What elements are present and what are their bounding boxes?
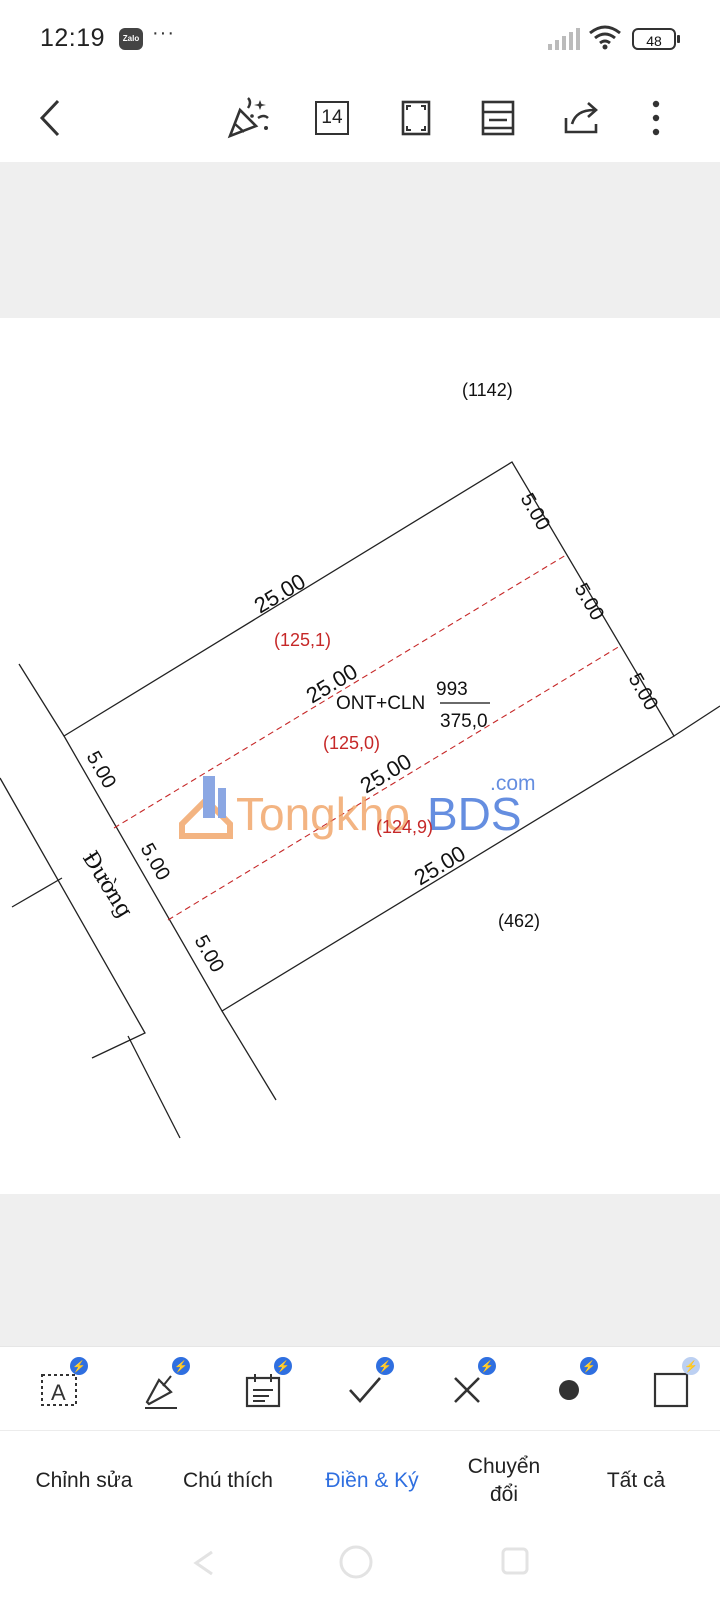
watermark-suffix: .com <box>490 772 536 795</box>
parcel-area: 375,0 <box>440 711 488 732</box>
premium-bolt-icon: ⚡ <box>580 1357 598 1375</box>
date-icon <box>245 1374 281 1408</box>
right-side-length-2: 5.00 <box>570 580 609 625</box>
dot-icon <box>559 1380 579 1400</box>
cross-icon <box>454 1377 480 1403</box>
bottom-edge-length: 25.00 <box>410 840 470 890</box>
tab-edit[interactable]: Chỉnh sửa <box>14 1431 154 1531</box>
road-edge <box>0 777 146 1059</box>
cross-tool-button[interactable]: ⚡ <box>440 1357 496 1417</box>
tab-all[interactable]: Tất cả <box>574 1431 698 1531</box>
status-bar: 12:19 Zalo ··· 48 <box>0 0 720 78</box>
land-plot-drawing: Tongkho BDS .com (1142) (462) Đường 25.0… <box>0 380 720 1139</box>
left-side-length-1: 5.00 <box>82 748 121 793</box>
bottom-neighbor-line <box>673 705 720 737</box>
premium-bolt-icon: ⚡ <box>172 1357 190 1375</box>
road-label: Đường <box>77 847 137 923</box>
signature-tool-button[interactable]: ⚡ <box>134 1357 190 1417</box>
land-use-label: ONT+CLN <box>336 693 425 714</box>
document-gutter-top <box>0 162 720 318</box>
left-side-length-2: 5.00 <box>136 840 175 885</box>
premium-bolt-icon: ⚡ <box>70 1357 88 1375</box>
strip-area-label-1: (125,1) <box>274 630 331 650</box>
wifi-icon <box>589 25 621 50</box>
battery-nub <box>677 35 680 43</box>
text-tool-button[interactable]: A ⚡ <box>32 1357 88 1417</box>
right-extension-line <box>221 1010 277 1101</box>
share-icon <box>564 102 598 134</box>
right-side-length-1: 5.00 <box>516 490 555 535</box>
tab-convert[interactable]: Chuyển đổi <box>454 1431 554 1531</box>
status-time: 12:19 <box>40 24 106 52</box>
check-icon <box>349 1377 381 1403</box>
fullscreen-button[interactable] <box>390 92 442 144</box>
svg-text:A: A <box>51 1380 66 1405</box>
road-edge-lower <box>127 1035 181 1139</box>
nav-home-icon[interactable] <box>338 1544 374 1580</box>
premium-bolt-icon: ⚡ <box>274 1357 292 1375</box>
party-popper-icon <box>227 97 269 139</box>
premium-bolt-icon: ⚡ <box>376 1357 394 1375</box>
text-box-icon: A <box>41 1374 77 1406</box>
left-side-length-3: 5.00 <box>190 932 229 977</box>
fill-sign-tools: A ⚡ ⚡ ⚡ ⚡ ⚡ ⚡ ⚡ <box>0 1346 720 1431</box>
premium-bolt-icon: ⚡ <box>682 1357 700 1375</box>
fullscreen-icon <box>401 100 431 136</box>
system-navigation-bar <box>0 1530 720 1601</box>
watermark-text-2: BDS <box>427 788 522 840</box>
signal-icon <box>548 28 580 50</box>
premium-bolt-icon: ⚡ <box>478 1357 496 1375</box>
nav-back-icon[interactable] <box>190 1548 216 1578</box>
share-button[interactable] <box>556 92 608 144</box>
parcel-below-label: (462) <box>498 911 540 931</box>
strip-area-label-2: (125,0) <box>323 733 380 753</box>
pen-icon <box>145 1375 177 1409</box>
more-notifications-icon: ··· <box>152 22 175 44</box>
left-extension-line <box>18 663 65 737</box>
dot-tool-button[interactable]: ⚡ <box>542 1357 598 1417</box>
page-number: 14 <box>315 101 349 135</box>
strip-area-label-3: (124,9) <box>376 817 433 837</box>
rectangle-icon <box>653 1372 689 1408</box>
more-vertical-icon <box>652 100 660 136</box>
top-edge-length: 25.00 <box>250 568 310 618</box>
document-gutter-bottom <box>0 1194 720 1346</box>
reading-mode-icon <box>481 100 515 136</box>
rectangle-tool-button[interactable]: ⚡ <box>644 1357 700 1417</box>
bottom-tab-bar: Chỉnh sửa Chú thích Điền & Ký Chuyển đổi… <box>0 1430 720 1531</box>
back-arrow-icon <box>39 99 60 137</box>
battery-indicator: 48 <box>632 28 676 50</box>
check-tool-button[interactable]: ⚡ <box>338 1357 394 1417</box>
date-tool-button[interactable]: ⚡ <box>236 1357 292 1417</box>
back-button[interactable] <box>24 92 76 144</box>
celebration-button[interactable] <box>222 92 274 144</box>
nav-recents-icon[interactable] <box>500 1546 530 1576</box>
page-number-button[interactable]: 14 <box>306 92 358 144</box>
tab-fill-sign[interactable]: Điền & Ký <box>302 1431 442 1531</box>
zalo-notification-icon: Zalo <box>119 28 143 50</box>
more-menu-button[interactable] <box>630 92 682 144</box>
road-branch <box>11 877 63 908</box>
tab-annotate[interactable]: Chú thích <box>158 1431 298 1531</box>
viewer-toolbar: 14 <box>0 78 720 163</box>
reading-mode-button[interactable] <box>472 92 524 144</box>
document-page[interactable]: Tongkho BDS .com (1142) (462) Đường 25.0… <box>0 318 720 1194</box>
parcel-number: 993 <box>436 679 468 700</box>
parcel-above-label: (1142) <box>462 380 513 400</box>
